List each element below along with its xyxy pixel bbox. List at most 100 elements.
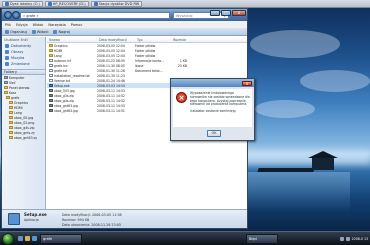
file-size: 1 KB <box>179 58 187 63</box>
views-button[interactable]: Widoki <box>31 29 48 34</box>
system-tray: 2008-0 13 <box>339 234 368 244</box>
taskbar-button-error[interactable]: Błąd <box>246 234 278 244</box>
file-name: Lang <box>54 53 62 58</box>
file-icon <box>49 74 53 77</box>
browser-quicklaunch-icon[interactable] <box>32 236 37 241</box>
column-size[interactable]: Rozmiar <box>171 38 189 42</box>
details-name: Setup.exe <box>24 212 47 217</box>
drive-icon <box>5 1 9 6</box>
file-name: xbox_003.jpg <box>54 88 75 93</box>
drive-icon <box>4 76 8 79</box>
menu-view[interactable]: Widok <box>33 23 44 27</box>
ok-button[interactable]: OK <box>207 130 221 137</box>
maximize-button[interactable]: □ <box>221 10 231 16</box>
file-name-cell: grafe.txt <box>47 69 97 73</box>
file-name-cell: xbox_gnt83.jpg <box>47 109 97 113</box>
tree-item-label: xbox_gnt83.zy <box>14 135 38 140</box>
tree-item-label: grafe <box>11 95 20 100</box>
taskbar: grafe Błąd 2008-0 13 <box>0 231 370 245</box>
organize-icon <box>5 29 9 34</box>
file-name: grafe.ico <box>54 63 68 68</box>
music-icon <box>5 56 9 60</box>
tree-item-label: Graphics <box>14 100 29 105</box>
file-icon <box>49 69 53 72</box>
tree-item[interactable]: xbox_gnt83.zy <box>2 135 45 140</box>
burn-icon <box>53 29 58 34</box>
file-name-cell: installation_readme.txt <box>47 74 97 78</box>
file-icon <box>49 59 53 62</box>
file-size: 25 KB <box>177 63 187 68</box>
menu-file[interactable]: Plik <box>5 23 11 27</box>
back-button[interactable] <box>4 11 12 19</box>
start-button[interactable] <box>2 233 14 245</box>
file-name-cell: grafe.ico <box>47 64 97 68</box>
command-bar: Organizuj Widoki Nagraj <box>2 28 247 36</box>
folder-icon <box>4 91 8 94</box>
folder-icon <box>49 54 53 57</box>
show-desktop-icon[interactable] <box>18 236 23 241</box>
volume-icon[interactable] <box>345 237 350 241</box>
drive-tab-dvd[interactable]: Stacja dysków DVD RW <box>90 0 143 7</box>
file-name: grafe.txt <box>54 68 68 73</box>
menu-help[interactable]: Pomoc <box>71 23 83 27</box>
pictures-icon <box>5 50 9 54</box>
file-name-cell: Lang <box>47 54 97 58</box>
navigation-pane: Ulubione linki Dokumenty Obrazy Muzyka Z… <box>2 37 46 209</box>
tree-item-label: Lang <box>14 110 22 115</box>
folder-icon <box>9 106 13 109</box>
folder-icon <box>9 121 13 124</box>
favorite-recent[interactable]: Zmienione <box>2 61 45 67</box>
drive-tab-c[interactable]: Dysk lokalny (C:) <box>2 0 43 7</box>
clock[interactable]: 2008-0 13 <box>352 237 368 241</box>
minimize-button[interactable]: - <box>210 10 220 16</box>
column-type[interactable]: Typ <box>135 38 171 42</box>
explorer-titlebar[interactable]: « grafe » Wyszukaj⚲ - □ x <box>2 9 247 21</box>
file-name: xbox_gnt83.jpg <box>54 103 78 108</box>
file-name-cell: xbox_g3s.zip <box>47 94 97 98</box>
file-type: Folder plików <box>135 48 156 53</box>
details-created: Data utworzenia: 2008-11-26 23:05 <box>62 223 122 227</box>
taskbar-button-explorer[interactable]: grafe <box>40 234 82 244</box>
file-date: 2008-03-03 14:54 <box>97 83 125 88</box>
details-pane: Setup.exe Aplikacja Data modyfikacji: 20… <box>2 209 247 228</box>
hut <box>308 151 338 170</box>
file-name: Graphics <box>54 43 68 48</box>
address-bar[interactable]: « grafe » <box>20 12 170 19</box>
details-modified: Data modyfikacji: 2008-03-05 11:58 <box>62 213 122 217</box>
tree-item-label: xbox_g4s.zip <box>14 125 35 130</box>
pier <box>257 168 315 172</box>
burn-button[interactable]: Nagraj <box>53 29 70 34</box>
file-date: 2008-03-11 14:53 <box>97 88 125 93</box>
drive-icon <box>4 81 8 84</box>
folder-icon <box>9 116 13 119</box>
column-name[interactable]: Nazwa <box>47 38 97 42</box>
drive-tab-d[interactable]: HP_RECOVERY (D:) <box>44 0 89 7</box>
cloud <box>300 70 370 92</box>
documents-icon <box>5 44 9 48</box>
file-name-cell: Graphics <box>47 44 97 48</box>
top-drive-strip: Dysk lokalny (C:) HP_RECOVERY (D:) Stacj… <box>0 0 370 8</box>
forward-button[interactable] <box>12 11 20 19</box>
file-type: Ikona <box>135 63 144 68</box>
tree-item-label: Kosz <box>9 90 17 95</box>
file-type: Folder plików <box>135 43 156 48</box>
tree-item-label: Panel sterow. <box>9 85 31 90</box>
menu-bar: Plik Edycja Widok Narzędzia Pomoc <box>2 21 247 28</box>
file-date: 2008-01-30 11:26 <box>97 68 125 73</box>
network-icon[interactable] <box>339 237 344 241</box>
organize-button[interactable]: Organizuj <box>5 29 27 34</box>
dialog-close-button[interactable]: x <box>242 80 252 86</box>
column-date[interactable]: Data modyfikacji <box>97 38 135 42</box>
close-button[interactable]: x <box>232 10 246 16</box>
menu-edit[interactable]: Edycja <box>16 23 28 27</box>
recent-icon <box>5 62 9 66</box>
dialog-body: × Wyposażenie instalowanego sterownika n… <box>173 89 252 127</box>
file-name: license.txt <box>54 78 71 83</box>
details-size: Rozmiar: 994 KB <box>62 218 90 222</box>
dialog-titlebar[interactable]: x <box>171 79 254 87</box>
folder-icon <box>9 136 13 139</box>
menu-tools[interactable]: Narzędzia <box>48 23 65 27</box>
explorer-quicklaunch-icon[interactable] <box>25 236 30 241</box>
folder-icon <box>9 101 13 104</box>
file-name-cell: xbox_003.jpg <box>47 89 97 93</box>
